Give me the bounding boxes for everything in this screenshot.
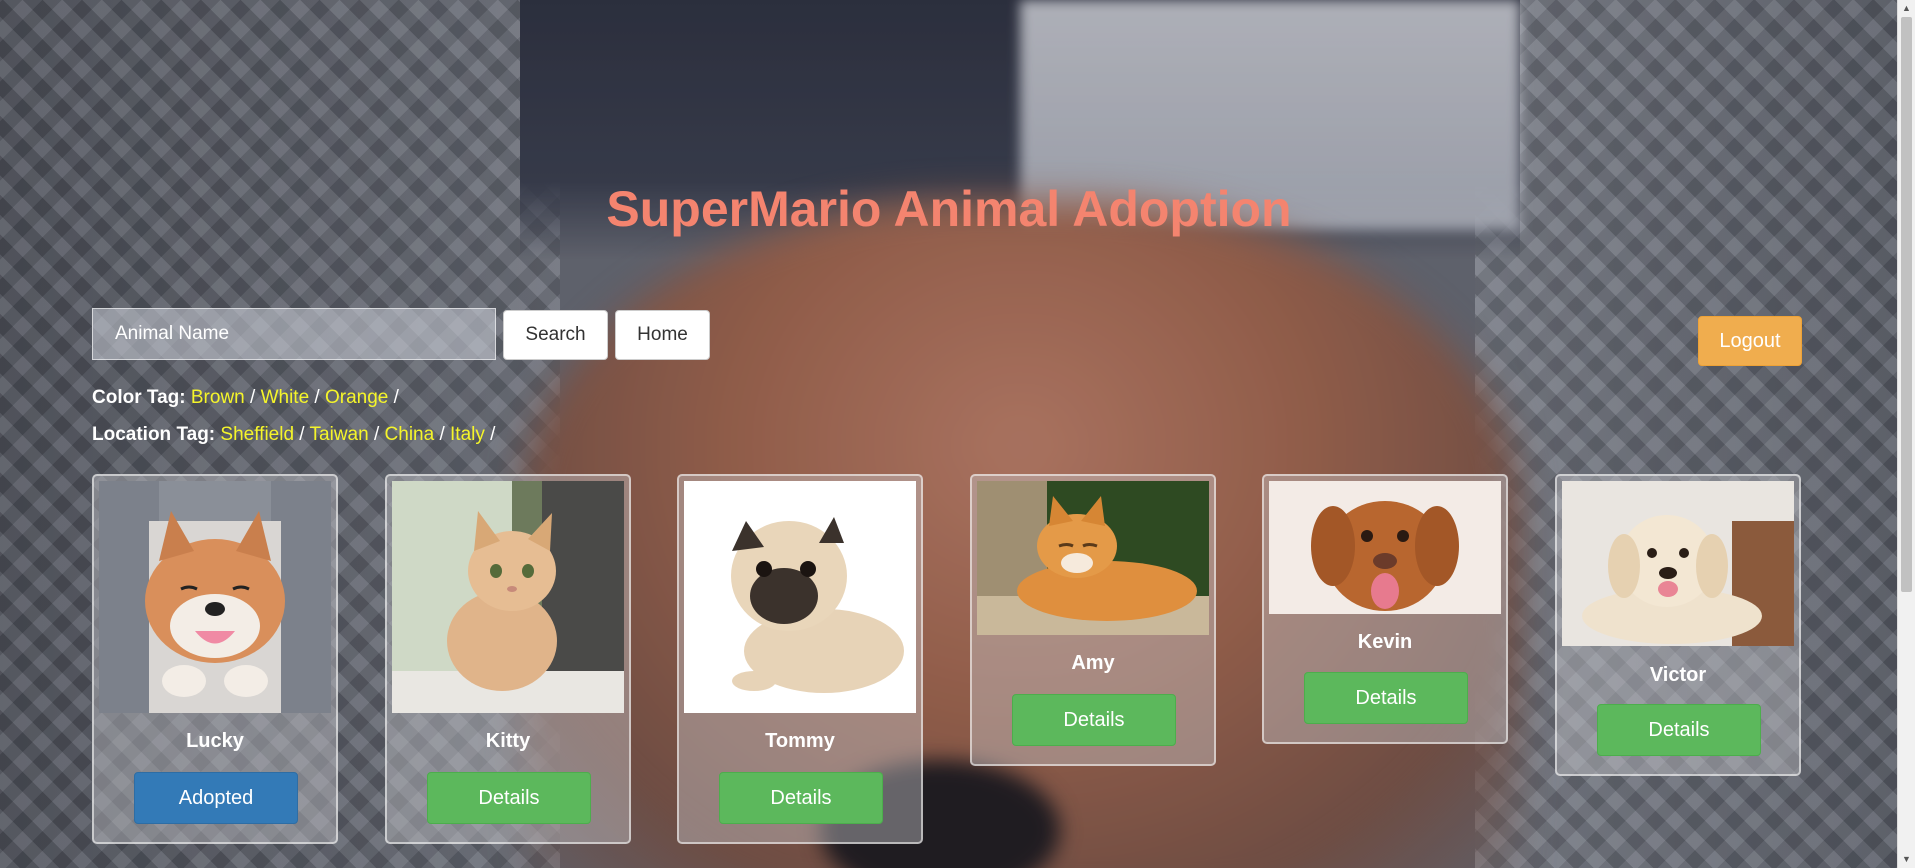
location-tag-sheffield[interactable]: Sheffield — [220, 424, 294, 445]
vertical-scrollbar[interactable]: ▲ ▼ — [1897, 0, 1915, 868]
animal-name: Victor — [1649, 664, 1707, 686]
home-button[interactable]: Home — [615, 310, 710, 360]
page-content: SuperMario Animal Adoption Search Home L… — [0, 0, 1898, 868]
animal-card: Amy Details — [970, 474, 1216, 766]
location-tag-taiwan[interactable]: Taiwan — [310, 424, 369, 445]
animal-name: Kevin — [1357, 631, 1413, 653]
scroll-down-icon[interactable]: ▼ — [1898, 851, 1915, 868]
details-button[interactable]: Details — [427, 772, 591, 824]
location-tag-label: Location Tag: — [92, 424, 216, 445]
animal-photo — [1562, 481, 1794, 646]
animal-name: Lucky — [186, 730, 244, 752]
animal-name: Tommy — [765, 730, 835, 752]
color-tag-list: Color Tag: Brown / White / Orange / — [92, 387, 399, 408]
details-button[interactable]: Details — [1012, 694, 1176, 746]
animal-photo — [977, 481, 1209, 635]
animal-card: Kevin Details — [1262, 474, 1508, 744]
page-title: SuperMario Animal Adoption — [606, 181, 1292, 237]
location-tag-china[interactable]: China — [385, 424, 435, 445]
color-tag-brown[interactable]: Brown — [191, 387, 245, 408]
animal-name: Amy — [1071, 652, 1115, 674]
animal-card: Lucky Adopted — [92, 474, 338, 844]
location-tag-list: Location Tag: Sheffield / Taiwan / China… — [92, 424, 496, 445]
logout-button[interactable]: Logout — [1698, 316, 1802, 366]
scrollbar-thumb[interactable] — [1901, 17, 1912, 592]
animal-name-search-input[interactable] — [92, 308, 496, 360]
color-tag-white[interactable]: White — [261, 387, 310, 408]
details-button[interactable]: Details — [1597, 704, 1761, 756]
details-button[interactable]: Details — [719, 772, 883, 824]
scroll-up-icon[interactable]: ▲ — [1898, 0, 1915, 17]
details-button[interactable]: Details — [1304, 672, 1468, 724]
animal-photo — [1269, 481, 1501, 614]
animal-card: Kitty Details — [385, 474, 631, 844]
animal-card: Victor Details — [1555, 474, 1801, 776]
animal-card: Tommy Details — [677, 474, 923, 844]
color-tag-orange[interactable]: Orange — [325, 387, 388, 408]
animal-name: Kitty — [485, 730, 531, 752]
animal-photo — [684, 481, 916, 713]
adopted-button[interactable]: Adopted — [134, 772, 298, 824]
animal-photo — [99, 481, 331, 713]
color-tag-label: Color Tag: — [92, 387, 186, 408]
location-tag-italy[interactable]: Italy — [450, 424, 485, 445]
animal-photo — [392, 481, 624, 713]
search-button[interactable]: Search — [503, 310, 608, 360]
